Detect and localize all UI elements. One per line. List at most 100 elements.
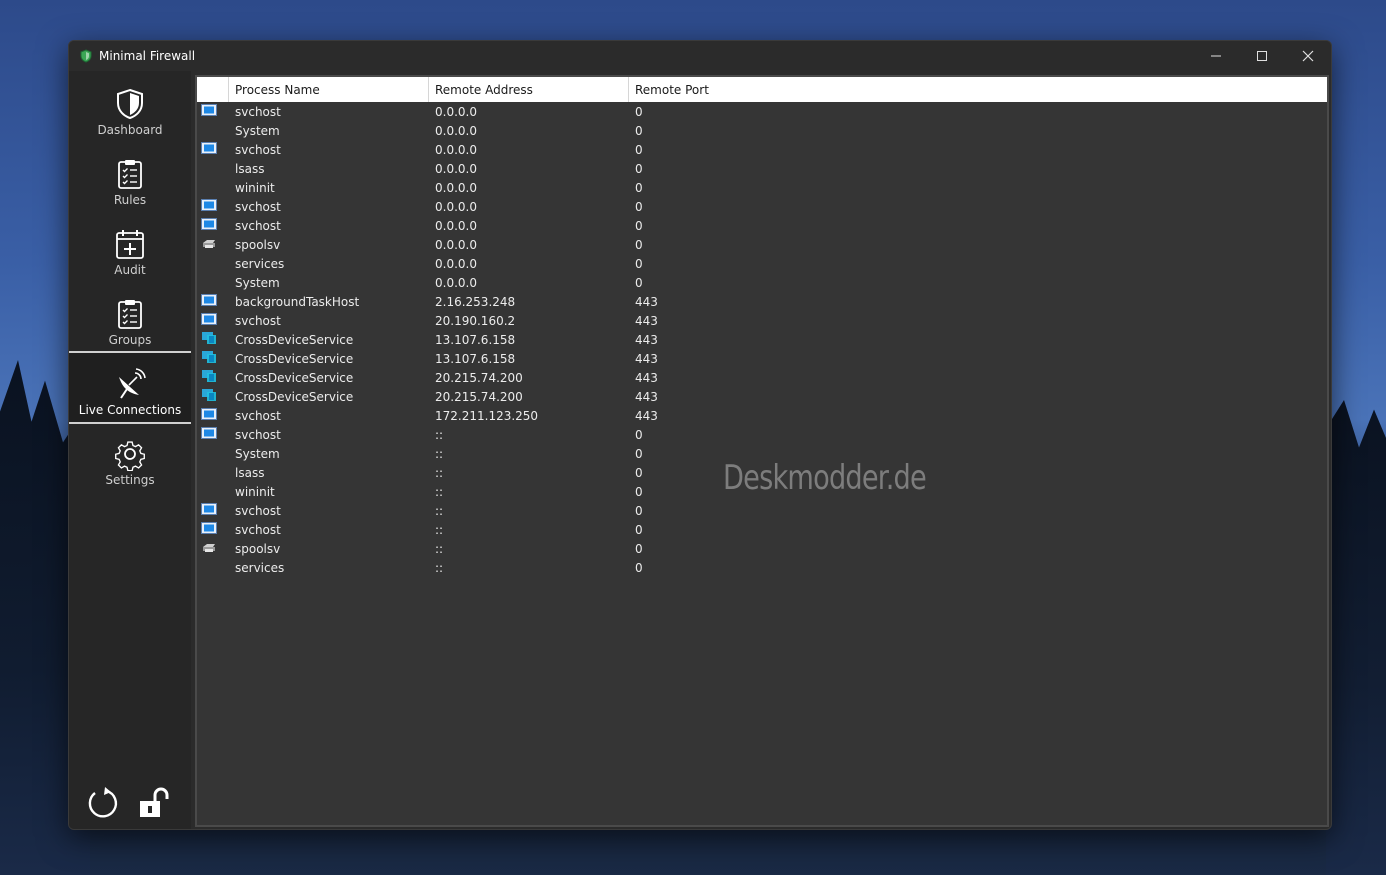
- remote-port-cell: 443: [635, 313, 658, 328]
- row-icon-cell: [197, 178, 229, 197]
- printer-icon: [201, 541, 217, 556]
- table-row[interactable]: wininit 0.0.0.0 0: [197, 178, 1327, 197]
- table-row[interactable]: svchost:: 0: [197, 501, 1327, 520]
- sidebar-item-label: Dashboard: [97, 123, 163, 137]
- process-name-cell: System: [235, 446, 280, 461]
- remote-port-cell: 0: [635, 104, 643, 119]
- title-bar[interactable]: Minimal Firewall: [69, 41, 1331, 71]
- remote-port-cell: 0: [635, 256, 643, 271]
- row-icon-cell: [197, 330, 229, 349]
- table-row[interactable]: svchost 0.0.0.0 0: [197, 216, 1327, 235]
- remote-port-cell: 443: [635, 294, 658, 309]
- table-row[interactable]: spoolsv:: 0: [197, 539, 1327, 558]
- table-row[interactable]: svchost 172.211.123.250 443: [197, 406, 1327, 425]
- table-row[interactable]: svchost 20.190.160.2 443: [197, 311, 1327, 330]
- process-name-cell: svchost: [235, 408, 281, 423]
- row-icon-cell: [197, 273, 229, 292]
- row-icon-cell: [197, 159, 229, 178]
- header-remote-port[interactable]: Remote Port: [629, 77, 1327, 102]
- row-icon-cell: [197, 102, 229, 121]
- table-row[interactable]: System 0.0.0.0 0: [197, 273, 1327, 292]
- background-trees-right: [1326, 400, 1386, 875]
- sidebar-item-rules[interactable]: Rules: [69, 151, 191, 221]
- remote-port-cell: 0: [635, 427, 643, 442]
- gear-icon: [115, 441, 145, 471]
- sidebar-item-settings[interactable]: Settings: [69, 431, 191, 501]
- sidebar-item-label: Audit: [114, 263, 146, 277]
- table-row[interactable]: spoolsv 0.0.0.0 0: [197, 235, 1327, 254]
- remote-port-cell: 0: [635, 180, 643, 195]
- process-name-cell: CrossDeviceService: [235, 389, 354, 404]
- sidebar: Dashboard Rules Audit Groups Live Connec…: [69, 71, 191, 829]
- table-row[interactable]: CrossDeviceService 13.107.6.158 443: [197, 349, 1327, 368]
- unlock-icon[interactable]: [137, 785, 173, 821]
- remote-port-cell: 0: [635, 142, 643, 157]
- process-name-cell: CrossDeviceService: [235, 351, 354, 366]
- header-remote-address[interactable]: Remote Address: [429, 77, 629, 102]
- remote-address-cell: 0.0.0.0: [435, 218, 477, 233]
- process-name-cell: wininit: [235, 484, 275, 499]
- row-icon-cell: [197, 539, 229, 558]
- table-row[interactable]: backgroundTaskHost 2.16.253.248 443: [197, 292, 1327, 311]
- row-icon-cell: [197, 482, 229, 501]
- header-process-name[interactable]: Process Name: [229, 77, 429, 102]
- table-row[interactable]: lsass 0.0.0.0 0: [197, 159, 1327, 178]
- remote-port-cell: 443: [635, 332, 658, 347]
- clipboard-list-icon: [118, 160, 142, 189]
- connections-panel: Process Name Remote Address Remote Port …: [195, 75, 1329, 827]
- process-name-cell: svchost: [235, 199, 281, 214]
- remote-address-cell: 172.211.123.250: [435, 408, 539, 423]
- remote-port-cell: 0: [635, 541, 643, 556]
- remote-address-cell: 13.107.6.158: [435, 332, 516, 347]
- app-shield-icon: [80, 49, 92, 63]
- remote-port-cell: 0: [635, 560, 643, 575]
- row-icon-cell: [197, 311, 229, 330]
- watermark: Deskmodder.de: [723, 458, 927, 498]
- row-icon-cell: [197, 558, 229, 577]
- table-row[interactable]: svchost:: 0: [197, 425, 1327, 444]
- row-icon-cell: [197, 425, 229, 444]
- table-row[interactable]: CrossDeviceService 13.107.6.158 443: [197, 330, 1327, 349]
- row-icon-cell: [197, 254, 229, 273]
- sidebar-item-dashboard[interactable]: Dashboard: [69, 81, 191, 151]
- remote-port-cell: 0: [635, 123, 643, 138]
- sidebar-item-audit[interactable]: Audit: [69, 221, 191, 291]
- table-row[interactable]: services 0.0.0.0 0: [197, 254, 1327, 273]
- refresh-icon[interactable]: [85, 785, 121, 821]
- header-icon-column[interactable]: [197, 77, 229, 102]
- remote-address-cell: ::: [435, 446, 444, 461]
- remote-address-cell: 0.0.0.0: [435, 256, 477, 271]
- row-icon-cell: [197, 292, 229, 311]
- maximize-button[interactable]: [1239, 41, 1285, 71]
- printer-icon: [201, 237, 217, 252]
- window-controls: [1193, 41, 1331, 71]
- table-row[interactable]: svchost 0.0.0.0 0: [197, 197, 1327, 216]
- row-icon-cell: [197, 520, 229, 539]
- clipboard-list-icon: [118, 300, 142, 329]
- sidebar-bottom-actions: [85, 785, 173, 821]
- sidebar-item-label: Rules: [113, 193, 147, 207]
- remote-address-cell: ::: [435, 560, 444, 575]
- table-row[interactable]: CrossDeviceService 20.215.74.200 443: [197, 387, 1327, 406]
- remote-address-cell: 0.0.0.0: [435, 275, 477, 290]
- table-row[interactable]: svchost:: 0: [197, 520, 1327, 539]
- sidebar-item-label: Groups: [108, 333, 152, 347]
- row-icon-cell: [197, 406, 229, 425]
- table-row[interactable]: System 0.0.0.0 0: [197, 121, 1327, 140]
- window-app-icon: [201, 199, 217, 214]
- remote-address-cell: 0.0.0.0: [435, 237, 477, 252]
- table-row[interactable]: svchost 0.0.0.0 0: [197, 140, 1327, 159]
- table-header: Process Name Remote Address Remote Port: [197, 77, 1327, 102]
- table-row[interactable]: svchost 0.0.0.0 0: [197, 102, 1327, 121]
- close-button[interactable]: [1285, 41, 1331, 71]
- minimize-button[interactable]: [1193, 41, 1239, 71]
- remote-address-cell: ::: [435, 427, 444, 442]
- table-row[interactable]: CrossDeviceService 20.215.74.200 443: [197, 368, 1327, 387]
- table-row[interactable]: services:: 0: [197, 558, 1327, 577]
- devices-icon: [201, 389, 217, 404]
- process-name-cell: lsass: [235, 465, 265, 480]
- window-app-icon: [201, 294, 217, 309]
- process-name-cell: services: [235, 256, 285, 271]
- remote-address-cell: 20.215.74.200: [435, 389, 523, 404]
- sidebar-item-live-connections[interactable]: Live Connections: [69, 351, 191, 424]
